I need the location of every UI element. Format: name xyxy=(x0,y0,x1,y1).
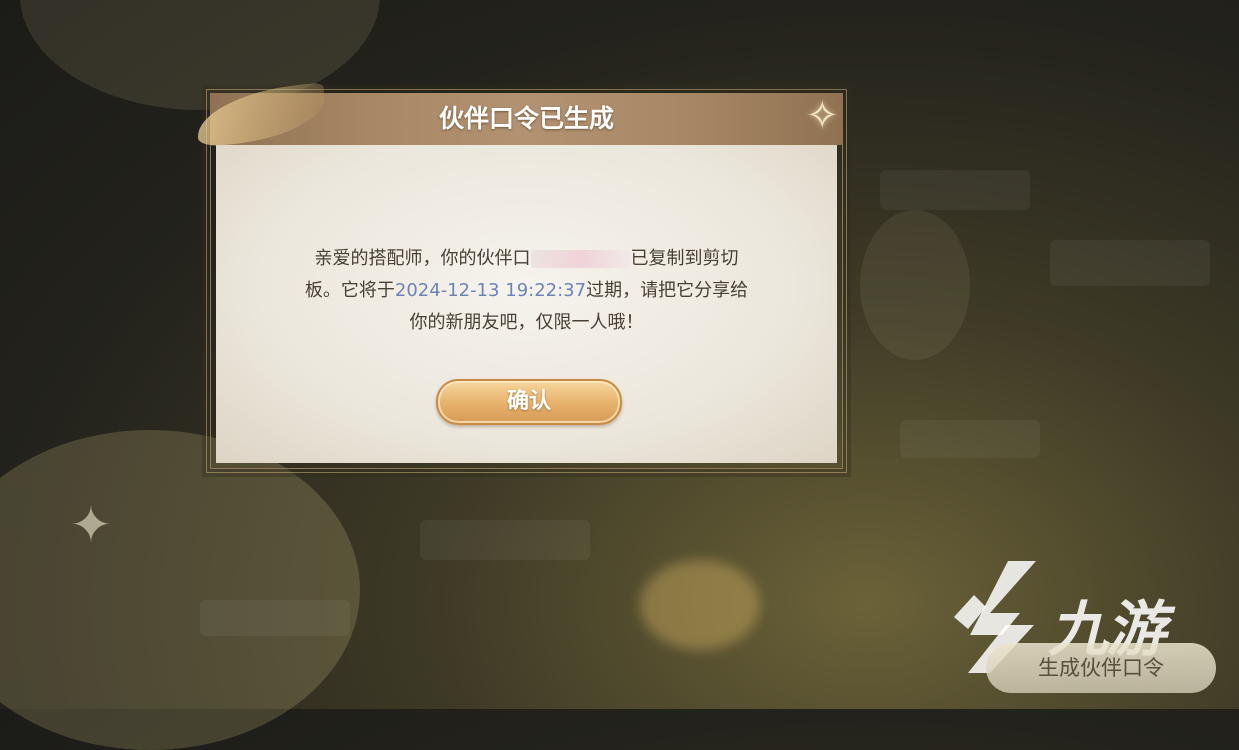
partner-code-dialog: ✧ 伙伴口令已生成 亲爱的搭配师，你的伙伴口 已复制到剪切 板。它将于2024-1… xyxy=(193,82,847,473)
redacted-code xyxy=(530,250,631,268)
message-text: 亲爱的搭配师，你的伙伴口 xyxy=(314,248,531,269)
message-text: 过期，请把它分享给 xyxy=(586,280,749,301)
dialog-message: 亲爱的搭配师，你的伙伴口 已复制到剪切 板。它将于2024-12-13 19:22… xyxy=(270,243,783,339)
confirm-button[interactable]: 确认 xyxy=(436,379,622,425)
generate-partner-code-button[interactable]: 生成伙伴口令 xyxy=(986,643,1216,693)
background-glow xyxy=(860,210,970,360)
background-stone xyxy=(420,520,590,560)
background-stone xyxy=(1050,240,1210,286)
dialog-title: 伙伴口令已生成 xyxy=(438,104,614,133)
message-text: 你的新朋友吧，仅限一人哦！ xyxy=(409,312,644,333)
expiry-date: 2024-12-13 19:22:37 xyxy=(394,280,587,301)
message-text: 已复制到剪切 xyxy=(630,248,739,269)
background-stone xyxy=(900,420,1040,458)
background-stone xyxy=(880,170,1030,210)
sparkle-icon: ✦ xyxy=(70,496,112,554)
message-text: 板。它将于 xyxy=(304,280,395,301)
background-stone xyxy=(200,600,350,636)
background-glow xyxy=(0,430,360,750)
dialog-header: ✧ 伙伴口令已生成 xyxy=(193,82,843,148)
background-glow xyxy=(640,560,760,650)
